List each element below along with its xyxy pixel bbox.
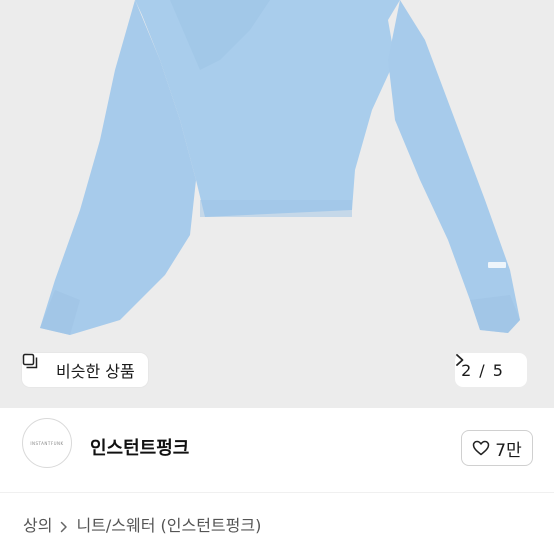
similar-items-button[interactable]: 비슷한 상품	[22, 353, 148, 387]
chevron-right-icon[interactable]	[456, 354, 521, 377]
pager-separator: /	[479, 360, 485, 380]
like-button[interactable]: 7만	[461, 430, 533, 466]
section-divider	[0, 492, 554, 493]
heart-icon	[472, 440, 490, 456]
pager-total: 5	[492, 360, 503, 380]
image-pager[interactable]: 2 / 5	[455, 353, 527, 387]
product-image[interactable]: 비슷한 상품 2 / 5	[0, 0, 554, 408]
chevron-right-icon	[60, 518, 68, 533]
breadcrumb: 상의 니트/스웨터 (인스턴트펑크)	[23, 512, 261, 536]
seller-avatar[interactable]: INSTANTFUNK	[22, 418, 72, 468]
similar-items-icon	[22, 353, 50, 378]
avatar-text: INSTANTFUNK	[30, 440, 64, 446]
breadcrumb-item-subcategory[interactable]: 니트/스웨터 (인스턴트펑크)	[76, 512, 261, 536]
breadcrumb-item-category[interactable]: 상의	[23, 512, 52, 536]
similar-items-label: 비슷한 상품	[56, 362, 135, 381]
like-count: 7만	[495, 440, 522, 461]
sweater-illustration	[40, 0, 520, 335]
seller-name[interactable]: 인스턴트펑크	[90, 434, 189, 460]
